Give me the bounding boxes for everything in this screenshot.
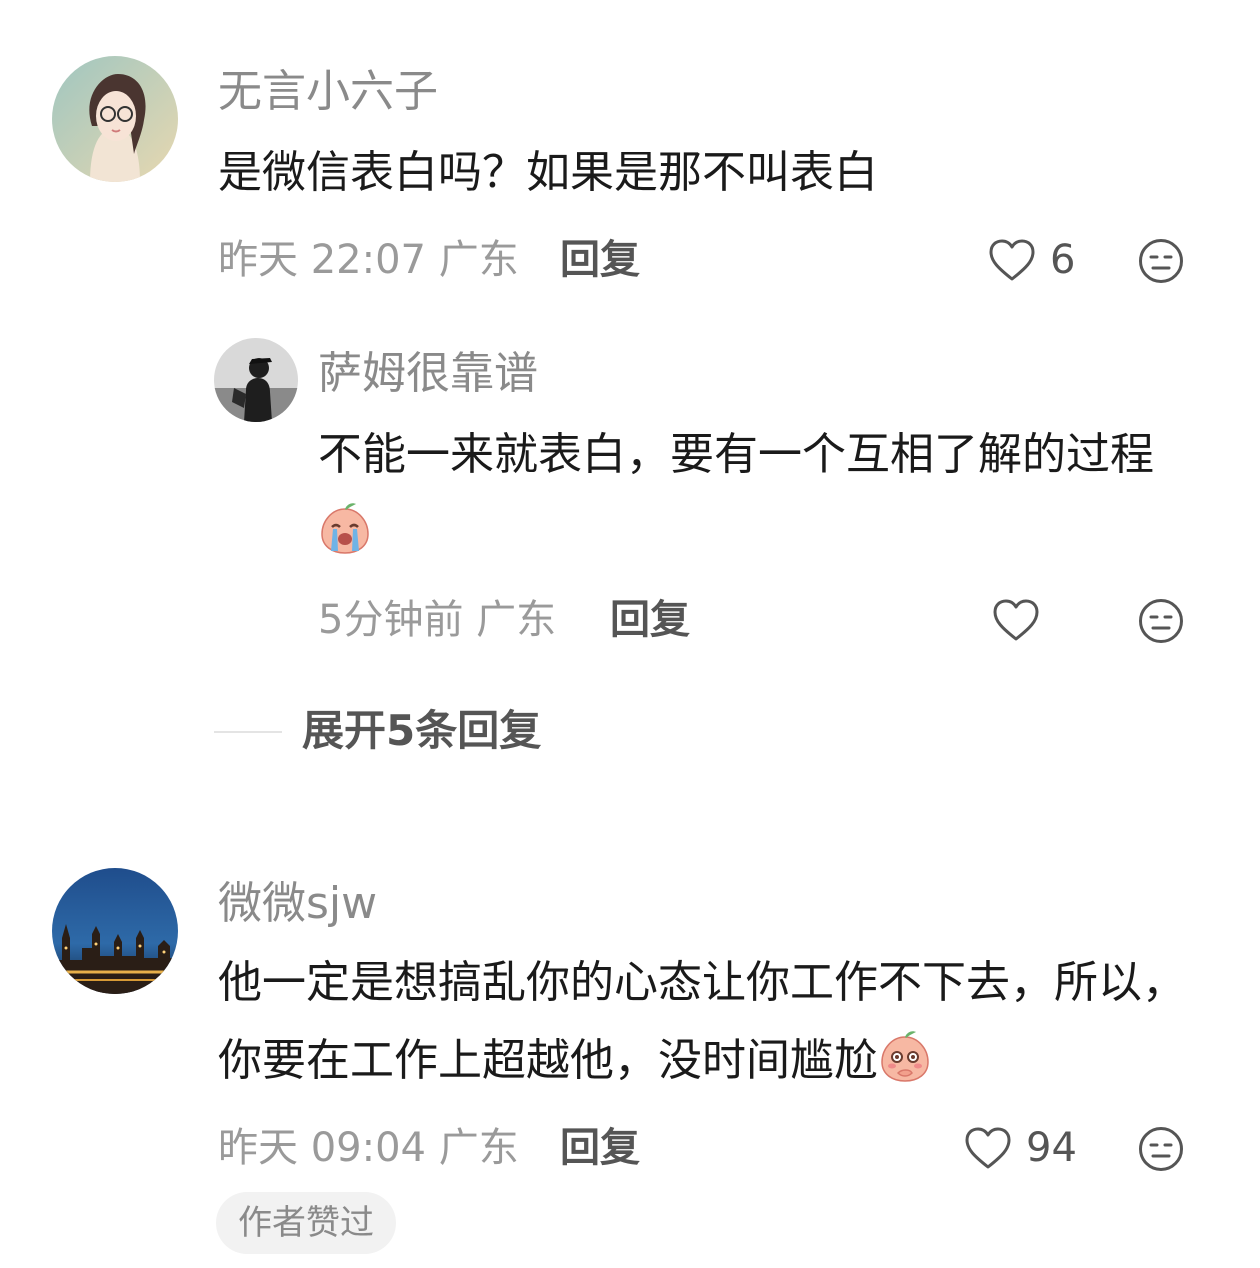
avatar[interactable] bbox=[52, 868, 178, 994]
avatar[interactable] bbox=[214, 338, 298, 422]
author-liked-badge: 作者赞过 bbox=[216, 1192, 396, 1254]
neutral-face-icon[interactable] bbox=[1138, 1126, 1184, 1172]
reply-timestamp-location: 5分钟前 广东 bbox=[318, 597, 557, 643]
neutral-face-icon[interactable] bbox=[1138, 598, 1184, 644]
reply-text-content: 不能一来就表白，要有一个互相了解的过程 bbox=[318, 429, 1154, 480]
comment-text: 是微信表白吗？如果是那不叫表白 bbox=[218, 147, 878, 198]
like-count: 6 bbox=[1050, 237, 1076, 283]
comment-username[interactable]: 微微sjw bbox=[218, 882, 377, 926]
reply-button[interactable]: 回复 bbox=[560, 1128, 640, 1168]
neutral-face-icon[interactable] bbox=[1138, 238, 1184, 284]
heart-outline-icon[interactable] bbox=[964, 1126, 1012, 1170]
embarrassed-peach-emoji bbox=[878, 1029, 932, 1083]
reply-text: 不能一来就表白，要有一个互相了解的过程 bbox=[318, 416, 1198, 572]
expand-replies-button[interactable]: 展开5条回复 bbox=[302, 710, 541, 752]
comment-text: 他一定是想搞乱你的心态让你工作不下去，所以，你要在工作上超越他，没时间尴尬 bbox=[218, 944, 1208, 1100]
heart-outline-icon[interactable] bbox=[988, 238, 1036, 282]
heart-outline-icon[interactable] bbox=[992, 598, 1040, 642]
reply-username[interactable]: 萨姆很靠谱 bbox=[318, 352, 538, 396]
comment-timestamp-location: 昨天 22:07 广东 bbox=[218, 237, 519, 283]
comment-text-content: 他一定是想搞乱你的心态让你工作不下去，所以，你要在工作上超越他，没时间尴尬 bbox=[218, 957, 1186, 1086]
like-count: 94 bbox=[1026, 1125, 1077, 1171]
reply-button[interactable]: 回复 bbox=[560, 240, 640, 280]
avatar[interactable] bbox=[52, 56, 178, 182]
comment-username[interactable]: 无言小六子 bbox=[218, 70, 438, 114]
expand-divider bbox=[214, 731, 282, 733]
crying-peach-emoji bbox=[318, 501, 372, 555]
reply-button[interactable]: 回复 bbox=[610, 600, 690, 640]
comment-timestamp-location: 昨天 09:04 广东 bbox=[218, 1125, 519, 1171]
